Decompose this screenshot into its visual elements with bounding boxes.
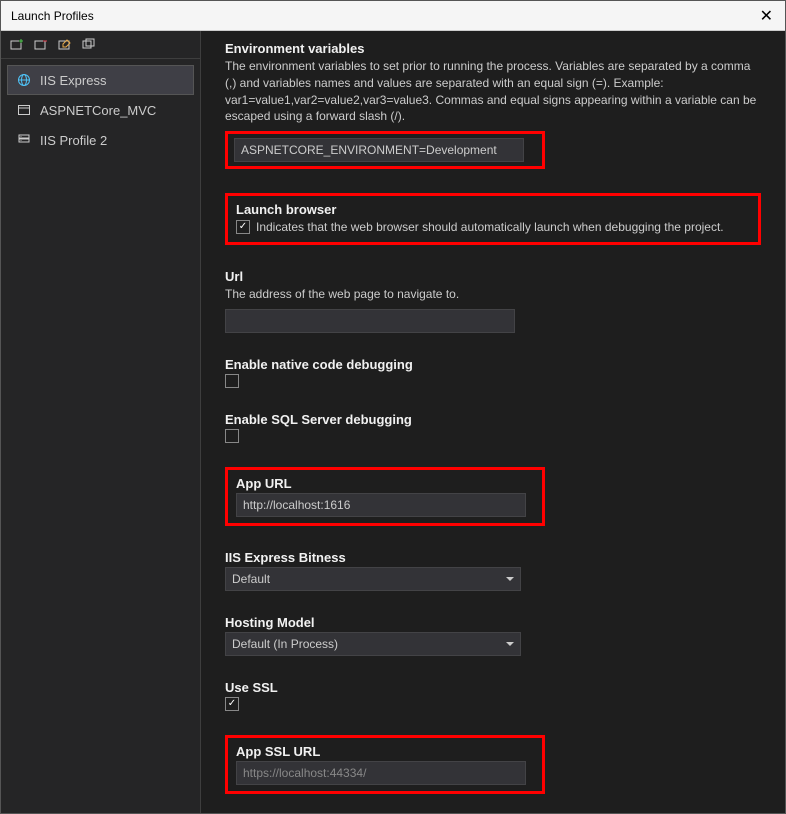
launch-browser-row: Indicates that the web browser should au…: [236, 219, 750, 236]
server-icon: [16, 132, 32, 148]
profile-item-aspnetcore-mvc[interactable]: ASPNETCore_MVC: [7, 95, 194, 125]
sidebar: IIS Express ASPNETCore_MVC IIS Profile 2: [1, 31, 201, 813]
setting-launch-browser: Launch browser Indicates that the web br…: [225, 193, 761, 245]
setting-use-ssl: Use SSL: [225, 680, 761, 711]
app-ssl-url-label: App SSL URL: [236, 744, 534, 759]
env-desc: The environment variables to set prior t…: [225, 58, 761, 125]
launch-browser-label: Launch browser: [236, 202, 750, 217]
setting-url: Url The address of the web page to navig…: [225, 269, 761, 333]
profile-item-iis-profile-2[interactable]: IIS Profile 2: [7, 125, 194, 155]
new-profile-icon[interactable]: [9, 37, 25, 53]
setting-native-debug: Enable native code debugging: [225, 357, 761, 388]
use-ssl-checkbox[interactable]: [225, 697, 239, 711]
launch-browser-desc: Indicates that the web browser should au…: [256, 219, 724, 236]
launch-browser-checkbox[interactable]: [236, 220, 250, 234]
hosting-select[interactable]: Default (In Process): [225, 632, 521, 656]
settings-content[interactable]: Environment variables The environment va…: [201, 31, 785, 813]
window-icon: [16, 102, 32, 118]
hosting-label: Hosting Model: [225, 615, 761, 630]
highlight-env: [225, 131, 545, 169]
native-debug-checkbox[interactable]: [225, 374, 239, 388]
setting-app-ssl-url: App SSL URL: [225, 735, 761, 794]
profile-label: ASPNETCore_MVC: [40, 103, 156, 118]
setting-sql-debug: Enable SQL Server debugging: [225, 412, 761, 443]
chevron-down-icon: [506, 642, 514, 646]
sql-debug-label: Enable SQL Server debugging: [225, 412, 761, 427]
sql-debug-checkbox[interactable]: [225, 429, 239, 443]
highlight-app-ssl-url: App SSL URL: [225, 735, 545, 794]
bitness-value: Default: [232, 572, 270, 586]
rename-profile-icon[interactable]: [57, 37, 73, 53]
url-input[interactable]: [225, 309, 515, 333]
profile-label: IIS Profile 2: [40, 133, 107, 148]
profile-item-iis-express[interactable]: IIS Express: [7, 65, 194, 95]
bitness-label: IIS Express Bitness: [225, 550, 761, 565]
app-url-input[interactable]: [236, 493, 526, 517]
env-label: Environment variables: [225, 41, 761, 56]
duplicate-profile-icon[interactable]: [81, 37, 97, 53]
use-ssl-label: Use SSL: [225, 680, 761, 695]
bitness-select[interactable]: Default: [225, 567, 521, 591]
titlebar: Launch Profiles ✕: [1, 1, 785, 31]
highlight-launch-browser: Launch browser Indicates that the web br…: [225, 193, 761, 245]
highlight-app-url: App URL: [225, 467, 545, 526]
setting-hosting-model: Hosting Model Default (In Process): [225, 615, 761, 656]
app-ssl-url-input[interactable]: [236, 761, 526, 785]
close-icon[interactable]: ✕: [756, 6, 777, 26]
setting-bitness: IIS Express Bitness Default: [225, 550, 761, 591]
profile-list: IIS Express ASPNETCore_MVC IIS Profile 2: [1, 59, 200, 161]
profile-label: IIS Express: [40, 73, 106, 88]
hosting-value: Default (In Process): [232, 637, 338, 651]
env-input[interactable]: [234, 138, 524, 162]
setting-app-url: App URL: [225, 467, 761, 526]
chevron-down-icon: [506, 577, 514, 581]
url-desc: The address of the web page to navigate …: [225, 286, 761, 303]
profile-toolbar: [1, 31, 200, 59]
globe-icon: [16, 72, 32, 88]
setting-environment-variables: Environment variables The environment va…: [225, 41, 761, 169]
app-url-label: App URL: [236, 476, 534, 491]
url-label: Url: [225, 269, 761, 284]
delete-profile-icon[interactable]: [33, 37, 49, 53]
dialog-title: Launch Profiles: [11, 9, 94, 23]
dialog-body: IIS Express ASPNETCore_MVC IIS Profile 2…: [1, 31, 785, 813]
native-debug-label: Enable native code debugging: [225, 357, 761, 372]
